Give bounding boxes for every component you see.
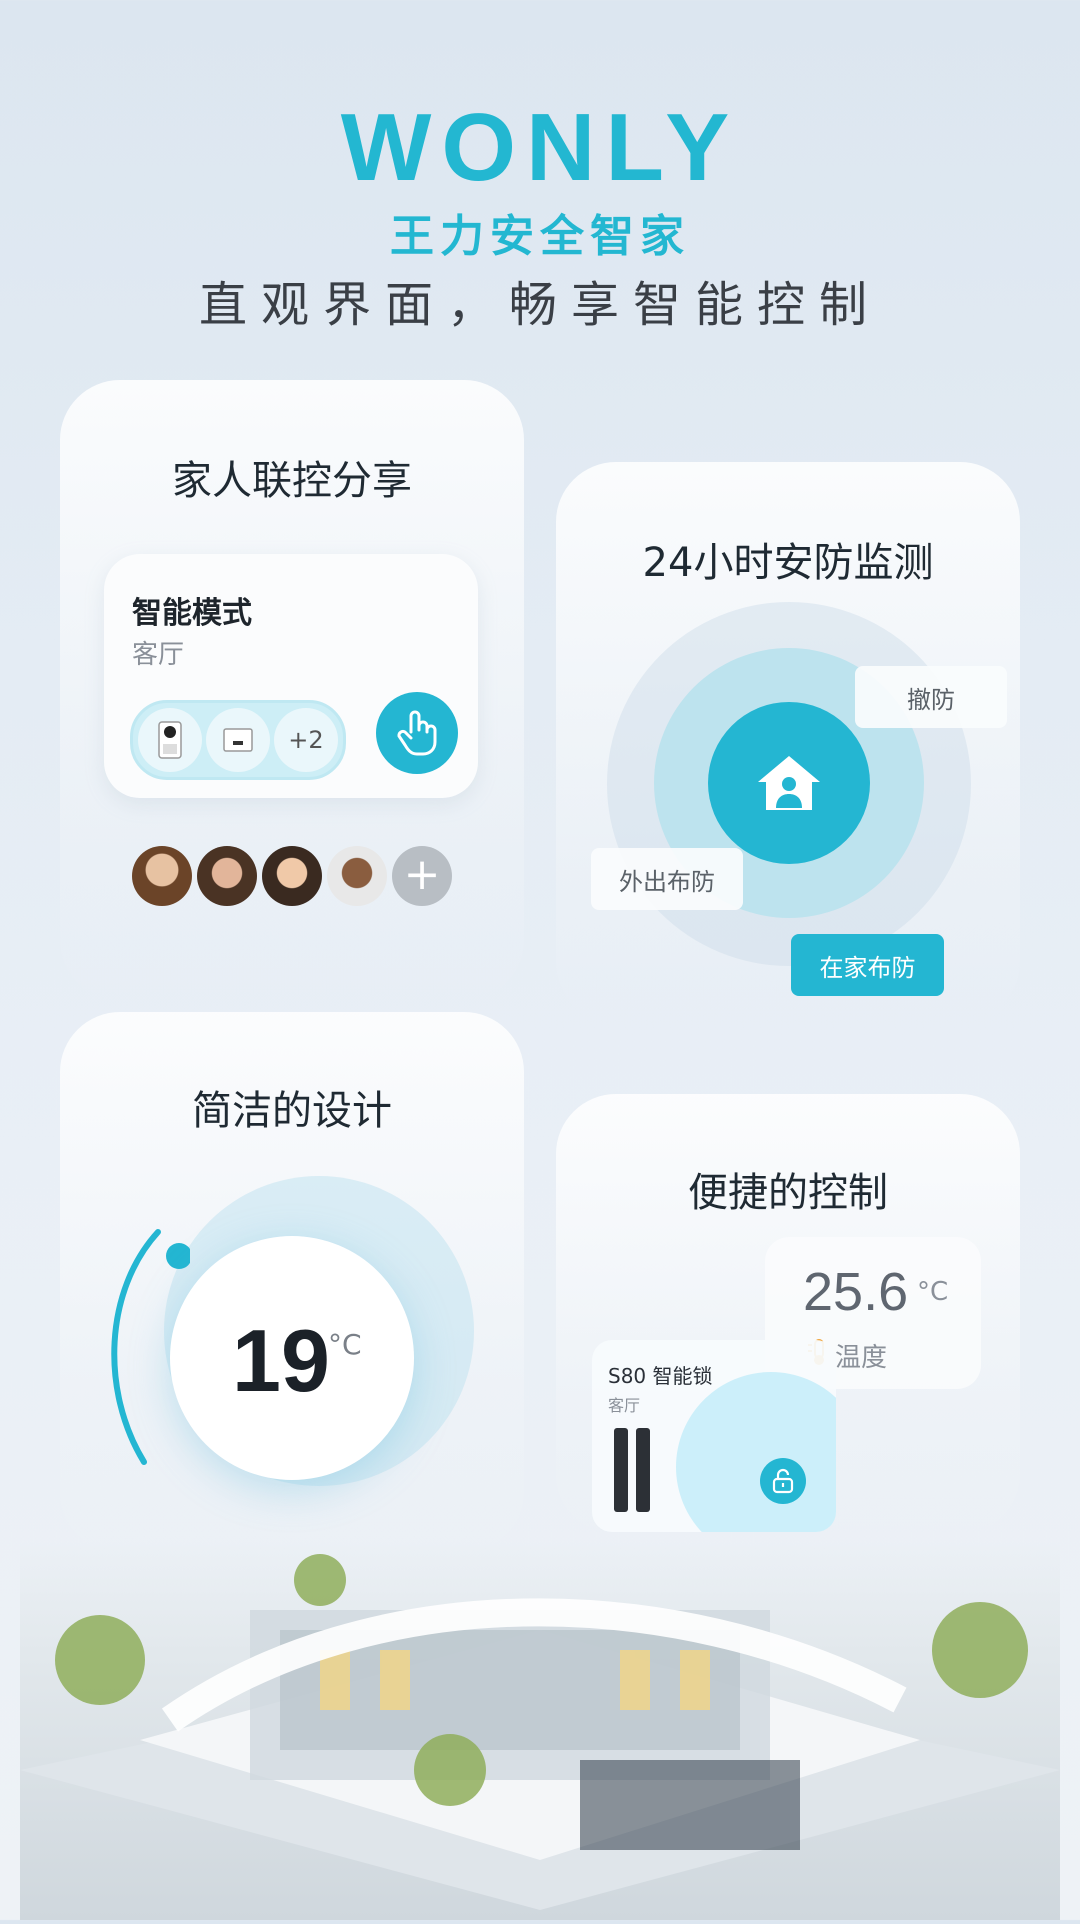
- lock-device-image: [614, 1428, 628, 1512]
- lock-room: 客厅: [608, 1396, 641, 1415]
- hub-device-icon: [206, 708, 270, 772]
- mode-room: 客厅: [132, 640, 185, 670]
- security-card-title: 24小时安防监测: [642, 540, 934, 586]
- family-card-title: 家人联控分享: [172, 458, 412, 504]
- temperature-unit: °C: [328, 1328, 362, 1361]
- unlock-button[interactable]: [760, 1458, 806, 1504]
- home-security-button[interactable]: [708, 702, 870, 864]
- unlock-icon: [772, 1468, 794, 1494]
- smart-home-illustration: [20, 1540, 1060, 1920]
- lock-device-image: [636, 1428, 650, 1512]
- disarm-button[interactable]: 撤防: [855, 666, 1007, 728]
- mode-name: 智能模式: [132, 596, 252, 631]
- logo-subtitle: 王力安全智家: [390, 211, 690, 262]
- lock-name: S80 智能锁: [608, 1364, 713, 1388]
- smart-mode-card[interactable]: 智能模式 客厅 +2: [104, 554, 478, 798]
- brand-logo: WONLY 王力安全智家: [0, 100, 1080, 264]
- home-person-icon: [758, 756, 820, 810]
- hand-tap-icon: [397, 710, 437, 756]
- avatar[interactable]: [132, 846, 192, 906]
- avatar[interactable]: [197, 846, 257, 906]
- lock-glow: [676, 1372, 836, 1532]
- temperature-label: 温度: [835, 1343, 888, 1373]
- design-card-title: 简洁的设计: [192, 1088, 392, 1134]
- control-card-title: 便捷的控制: [688, 1170, 888, 1216]
- tagline: 直观界面，畅享智能控制: [198, 277, 881, 333]
- add-member-button[interactable]: +: [392, 846, 452, 906]
- more-devices-badge: +2: [274, 708, 338, 772]
- logo-wordmark: WONLY: [340, 94, 740, 201]
- smart-lock-widget[interactable]: S80 智能锁 客厅: [592, 1340, 836, 1532]
- room-temperature-unit: °C: [917, 1277, 949, 1307]
- avatar[interactable]: [262, 846, 322, 906]
- camera-device-icon: [138, 708, 202, 772]
- temperature-value: 19: [232, 1311, 330, 1410]
- avatar[interactable]: [327, 846, 387, 906]
- home-arm-button[interactable]: 在家布防: [791, 934, 944, 996]
- device-list[interactable]: +2: [130, 700, 346, 780]
- tap-control-button[interactable]: [376, 692, 458, 774]
- room-temperature-value: 25.6: [803, 1262, 909, 1322]
- away-arm-button[interactable]: 外出布防: [591, 848, 743, 910]
